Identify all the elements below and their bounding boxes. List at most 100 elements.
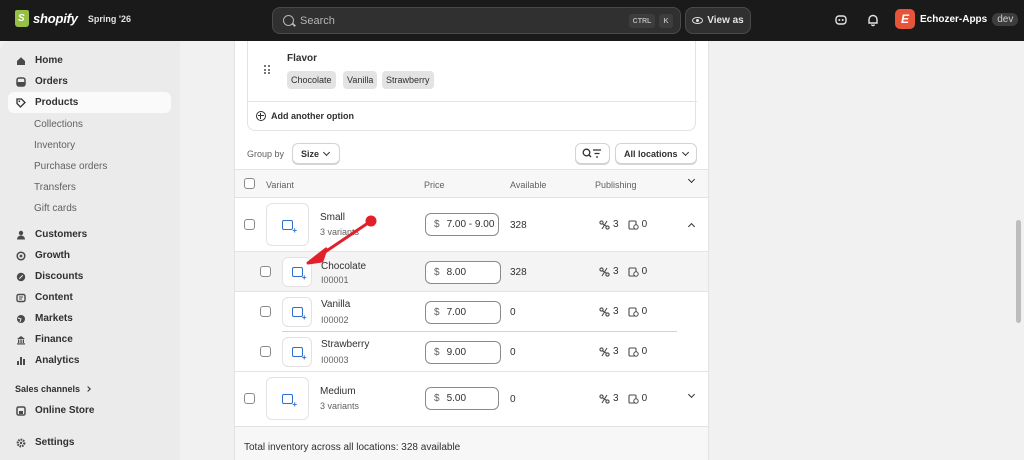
row-checkbox[interactable] xyxy=(244,219,255,230)
variant-sku: I00001 xyxy=(321,275,349,285)
sidebar-subitem-inventory[interactable]: Inventory xyxy=(34,140,75,151)
sidebar-item-label: Analytics xyxy=(35,355,80,366)
drag-handle-icon[interactable] xyxy=(264,65,272,74)
table-header: Variant Price Available Publishing xyxy=(235,169,708,198)
channels-count: 3 xyxy=(613,393,619,404)
total-inventory-text: Total inventory across all locations: 32… xyxy=(244,442,461,453)
image-add-icon xyxy=(282,393,297,409)
price-input[interactable]: $ 8.00 xyxy=(425,261,501,284)
expand-group-chevron-icon[interactable] xyxy=(687,390,696,399)
available-qty: 0 xyxy=(510,394,516,405)
collapse-all-chevron-icon[interactable] xyxy=(687,175,696,184)
search-icon xyxy=(283,15,294,26)
sidebar-subitem-gift-cards[interactable]: Gift cards xyxy=(34,203,77,214)
price-input[interactable]: $ 7.00 xyxy=(425,301,501,324)
sidebar-subitem-purchase-orders[interactable]: Purchase orders xyxy=(34,161,107,172)
variant-row[interactable]: Strawberry I00003 $ 9.00 0 3 0 xyxy=(235,332,708,372)
sidebar-item-markets[interactable]: Markets xyxy=(8,308,171,329)
sidebar-item-growth[interactable]: Growth xyxy=(8,245,171,266)
person-icon xyxy=(17,230,25,239)
divider xyxy=(248,101,697,102)
row-checkbox[interactable] xyxy=(260,266,271,277)
sidebar-item-label: Growth xyxy=(35,250,70,261)
column-header-price: Price xyxy=(424,180,445,190)
catalog-icon xyxy=(628,219,639,230)
sidebar-item-home[interactable]: Home xyxy=(8,50,171,71)
store-menu[interactable]: E Echozer-Apps dev xyxy=(895,9,1019,29)
sidebar-item-analytics[interactable]: Analytics xyxy=(8,350,171,371)
variant-row[interactable]: Vanilla I00002 $ 7.00 0 3 0 xyxy=(235,292,708,332)
price-input[interactable]: $ 9.00 xyxy=(425,341,501,364)
variant-sku: I00003 xyxy=(321,355,349,365)
variant-group-row[interactable]: Small 3 variants $ 7.00 - 9.00 328 3 0 xyxy=(235,198,708,252)
catalog-icon xyxy=(628,266,639,277)
sidebar: Home Orders Products Collections Invento… xyxy=(0,41,180,460)
sidebar-item-settings[interactable]: Settings xyxy=(8,432,171,453)
variant-row[interactable]: Chocolate I00001 $ 8.00 328 3 0 xyxy=(235,252,708,292)
add-image-button[interactable] xyxy=(266,377,309,420)
add-image-button[interactable] xyxy=(282,297,312,327)
row-checkbox[interactable] xyxy=(244,393,255,404)
search-input[interactable]: Search CTRL K xyxy=(272,7,681,34)
publishing-status: 3 0 xyxy=(599,346,647,357)
available-qty: 328 xyxy=(510,220,527,231)
group-by-select[interactable]: Size xyxy=(292,143,340,164)
price-value: 8.00 xyxy=(446,267,467,278)
sales-channels-icon xyxy=(599,306,610,317)
sales-channels-icon xyxy=(599,393,610,404)
sidebar-item-content[interactable]: Content xyxy=(8,287,171,308)
locations-value: All locations xyxy=(624,148,678,159)
sidebar-item-customers[interactable]: Customers xyxy=(8,224,171,245)
sidebar-item-label: Orders xyxy=(35,76,68,87)
brand-name: shopify xyxy=(33,11,78,26)
catalogs-count: 0 xyxy=(641,393,648,404)
sales-channels-heading[interactable]: Sales channels xyxy=(15,384,91,394)
price-range-input[interactable]: $ 7.00 - 9.00 xyxy=(425,213,499,236)
plus-circle-icon xyxy=(256,111,266,121)
select-all-checkbox[interactable] xyxy=(244,178,255,189)
sidekick-icon[interactable] xyxy=(834,13,848,27)
variant-group-row[interactable]: Medium 3 variants $ 5.00 0 3 0 xyxy=(235,372,708,426)
sidebar-item-products[interactable]: Products xyxy=(8,92,171,113)
discount-icon xyxy=(16,272,26,281)
add-another-option-button[interactable]: Add another option xyxy=(256,111,354,121)
add-image-button[interactable] xyxy=(266,203,309,246)
page-scrollbar[interactable] xyxy=(1016,220,1021,323)
sidebar-item-online-store[interactable]: Online Store xyxy=(8,400,171,421)
option-name[interactable]: Flavor xyxy=(287,53,317,64)
price-input[interactable]: $ 5.00 xyxy=(425,387,499,410)
channels-count: 3 xyxy=(613,266,619,277)
search-filter-button[interactable] xyxy=(575,143,610,164)
sidebar-item-orders[interactable]: Orders xyxy=(8,71,171,92)
currency-symbol: $ xyxy=(434,307,440,318)
table-footer: Total inventory across all locations: 32… xyxy=(235,426,708,460)
top-bar: shopify Spring '26 Search CTRL K View as… xyxy=(0,0,1024,41)
sidebar-subitem-collections[interactable]: Collections xyxy=(34,119,83,130)
sidebar-item-finance[interactable]: Finance xyxy=(8,329,171,350)
view-as-button[interactable]: View as xyxy=(685,7,751,34)
available-qty: 328 xyxy=(510,267,527,278)
sales-channels-icon xyxy=(599,219,610,230)
bell-icon[interactable] xyxy=(866,13,880,27)
sidebar-subitem-transfers[interactable]: Transfers xyxy=(34,182,76,193)
sidebar-item-discounts[interactable]: Discounts xyxy=(8,266,171,287)
env-badge: dev xyxy=(992,12,1019,26)
add-image-button[interactable] xyxy=(282,257,312,287)
image-add-icon xyxy=(291,267,307,282)
add-image-button[interactable] xyxy=(282,337,312,367)
search-placeholder: Search xyxy=(300,14,335,27)
collapse-group-chevron-icon[interactable] xyxy=(687,222,696,231)
group-by-value: Size xyxy=(301,148,320,159)
publishing-status: 3 0 xyxy=(599,266,647,277)
catalogs-count: 0 xyxy=(641,306,648,317)
sales-channels-icon xyxy=(599,346,610,357)
row-checkbox[interactable] xyxy=(260,306,271,317)
shopify-logo[interactable]: shopify Spring '26 xyxy=(15,10,131,27)
row-checkbox[interactable] xyxy=(260,346,271,357)
sidebar-item-label: Finance xyxy=(35,334,73,345)
locations-select[interactable]: All locations xyxy=(615,143,697,164)
price-value: 7.00 - 9.00 xyxy=(446,219,495,230)
currency-symbol: $ xyxy=(434,219,440,230)
currency-symbol: $ xyxy=(434,267,440,278)
price-value: 7.00 xyxy=(446,307,467,318)
